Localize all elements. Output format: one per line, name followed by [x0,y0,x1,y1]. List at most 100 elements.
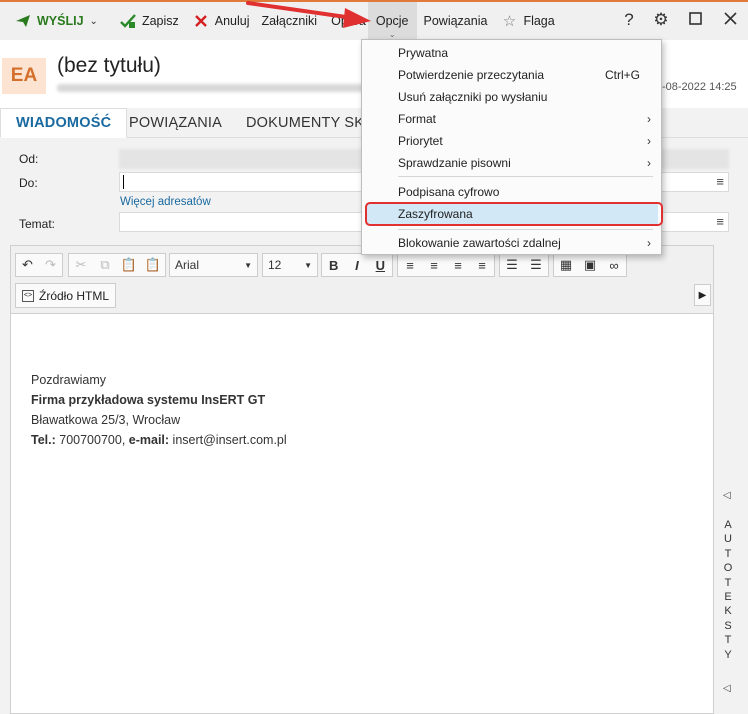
to-label: Do: [19,176,38,190]
message-body[interactable]: Pozdrawiamy Firma przykładowa systemu In… [31,370,287,450]
more-recipients-link[interactable]: Więcej adresatów [120,196,211,208]
relations-button[interactable]: Powiązania [417,6,495,36]
chevron-right-icon: › [647,156,651,170]
numbered-list-button[interactable]: ☰ [500,254,524,276]
menu-item-digitally-signed[interactable]: Podpisana cyfrowo [362,181,661,203]
tab-message[interactable]: WIADOMOŚĆ [0,108,128,138]
html-source-button[interactable]: <> Źródło HTML [15,283,117,308]
menu-item-read-receipt[interactable]: Potwierdzenie przeczytania Ctrl+G [362,64,661,86]
annotation-arrow-icon [246,1,371,28]
justify-icon: ≡ [478,257,486,273]
tab-relations[interactable]: POWIĄZANIA [114,108,237,138]
autotext-letter: T [724,634,732,647]
menu-item-priority[interactable]: Priorytet › [362,130,661,152]
collapse-arrow-icon[interactable]: ◁ [723,490,731,501]
autotext-letter: K [724,605,732,618]
menu-item-format[interactable]: Format › [362,108,661,130]
body-contact: Tel.: 700700700, e-mail: insert@insert.c… [31,430,287,450]
menu-item-label: Sprawdzanie pisowni [398,156,511,170]
underline-button[interactable]: U [369,254,392,276]
gear-icon: ⚙ [653,10,669,29]
align-right-button[interactable]: ≡ [446,254,470,276]
menu-item-label: Prywatna [398,46,449,60]
table-button[interactable]: ▦ [554,254,578,276]
options-button[interactable]: Opcje ⌄ [367,2,417,40]
autotext-letter: T [724,547,732,560]
menu-item-spellcheck[interactable]: Sprawdzanie pisowni › [362,152,661,174]
align-right-icon: ≡ [454,257,462,273]
collapse-arrow-icon[interactable]: ◁ [723,683,731,694]
tab-label: POWIĄZANIA [129,115,223,131]
menu-separator [398,229,653,230]
underline-icon: U [375,257,386,273]
clipboard-group: ✂ ⧉ 📋 📋 [68,253,166,277]
cut-button[interactable]: ✂ [69,254,93,276]
email-value: insert@insert.com.pl [169,433,287,447]
undo-button[interactable]: ↶ [16,254,39,276]
send-icon [15,13,31,29]
paste-text-icon: 📋 [144,257,162,272]
chevron-down-icon: ⌄ [388,30,396,39]
menu-item-label: Format [398,112,437,126]
align-left-button[interactable]: ≡ [398,254,422,276]
autotext-letter: U [724,533,732,546]
body-address: Bławatkowa 25/3, Wrocław [31,413,181,427]
image-button[interactable]: ▣ [578,254,602,276]
menu-item-remove-attachments[interactable]: Usuń załączniki po wysłaniu [362,86,661,108]
font-select[interactable]: Arial ▼ [169,253,258,277]
close-window-button[interactable] [715,5,745,35]
html-source-label: Źródło HTML [39,288,110,303]
expand-toolbar-button[interactable]: ▶ [694,284,711,306]
dropdown-arrow-icon: ▼ [244,261,252,270]
send-button[interactable]: WYŚLIJ ⌄ [8,6,105,36]
justify-button[interactable]: ≡ [470,254,494,276]
align-left-icon: ≡ [406,257,414,273]
autotext-letter: S [724,619,732,632]
table-icon: ▦ [559,257,573,272]
from-label: Od: [19,152,39,166]
copy-button[interactable]: ⧉ [93,254,117,276]
play-icon: ▶ [698,289,707,301]
star-icon: ☆ [502,13,517,30]
list-group: ☰ ☰ [499,253,549,277]
menu-icon[interactable]: ≡ [716,214,724,229]
paste-text-button[interactable]: 📋 [141,254,165,276]
size-value: 12 [268,258,282,272]
italic-icon: I [355,257,359,273]
close-icon [723,10,737,30]
redo-button[interactable]: ↷ [39,254,62,276]
menu-item-private[interactable]: Prywatna [362,42,661,64]
bold-icon: B [328,257,339,273]
insert-group: ▦ ▣ ∞ [553,253,627,277]
align-center-button[interactable]: ≡ [422,254,446,276]
autotext-letter: Y [724,648,732,661]
text-cursor [123,175,124,189]
autotext-panel-tab[interactable]: AUTOTEKSTY [723,518,733,662]
italic-button[interactable]: I [345,254,368,276]
settings-button[interactable]: ⚙ [646,5,676,35]
bullet-list-button[interactable]: ☰ [524,254,548,276]
flag-button[interactable]: ☆ Flaga [494,6,561,36]
menu-item-block-remote-content[interactable]: Blokowanie zawartości zdalnej › [362,232,661,254]
maximize-button[interactable] [680,5,710,35]
menu-item-label: Priorytet [398,134,443,148]
paste-button[interactable]: 📋 [117,254,141,276]
dropdown-arrow-icon: ▼ [304,261,312,270]
scissors-icon: ✂ [75,257,87,272]
menu-shortcut: Ctrl+G [604,68,640,82]
menu-icon[interactable]: ≡ [716,174,724,189]
help-button[interactable]: ? [614,5,644,35]
menu-item-label: Usuń załączniki po wysłaniu [398,90,548,104]
link-icon: ∞ [609,257,619,273]
size-select[interactable]: 12 ▼ [262,253,318,277]
chevron-right-icon: › [647,236,651,250]
paste-icon: 📋 [120,257,138,272]
save-button[interactable]: Zapisz [113,6,186,36]
menu-item-label: Blokowanie zawartości zdalnej [398,236,561,250]
chevron-right-icon: › [647,112,651,126]
send-label: WYŚLIJ [37,14,84,28]
link-button[interactable]: ∞ [602,254,626,276]
bold-button[interactable]: B [322,254,345,276]
subject-label: Temat: [19,217,56,231]
menu-item-label: Potwierdzenie przeczytania [398,68,545,82]
